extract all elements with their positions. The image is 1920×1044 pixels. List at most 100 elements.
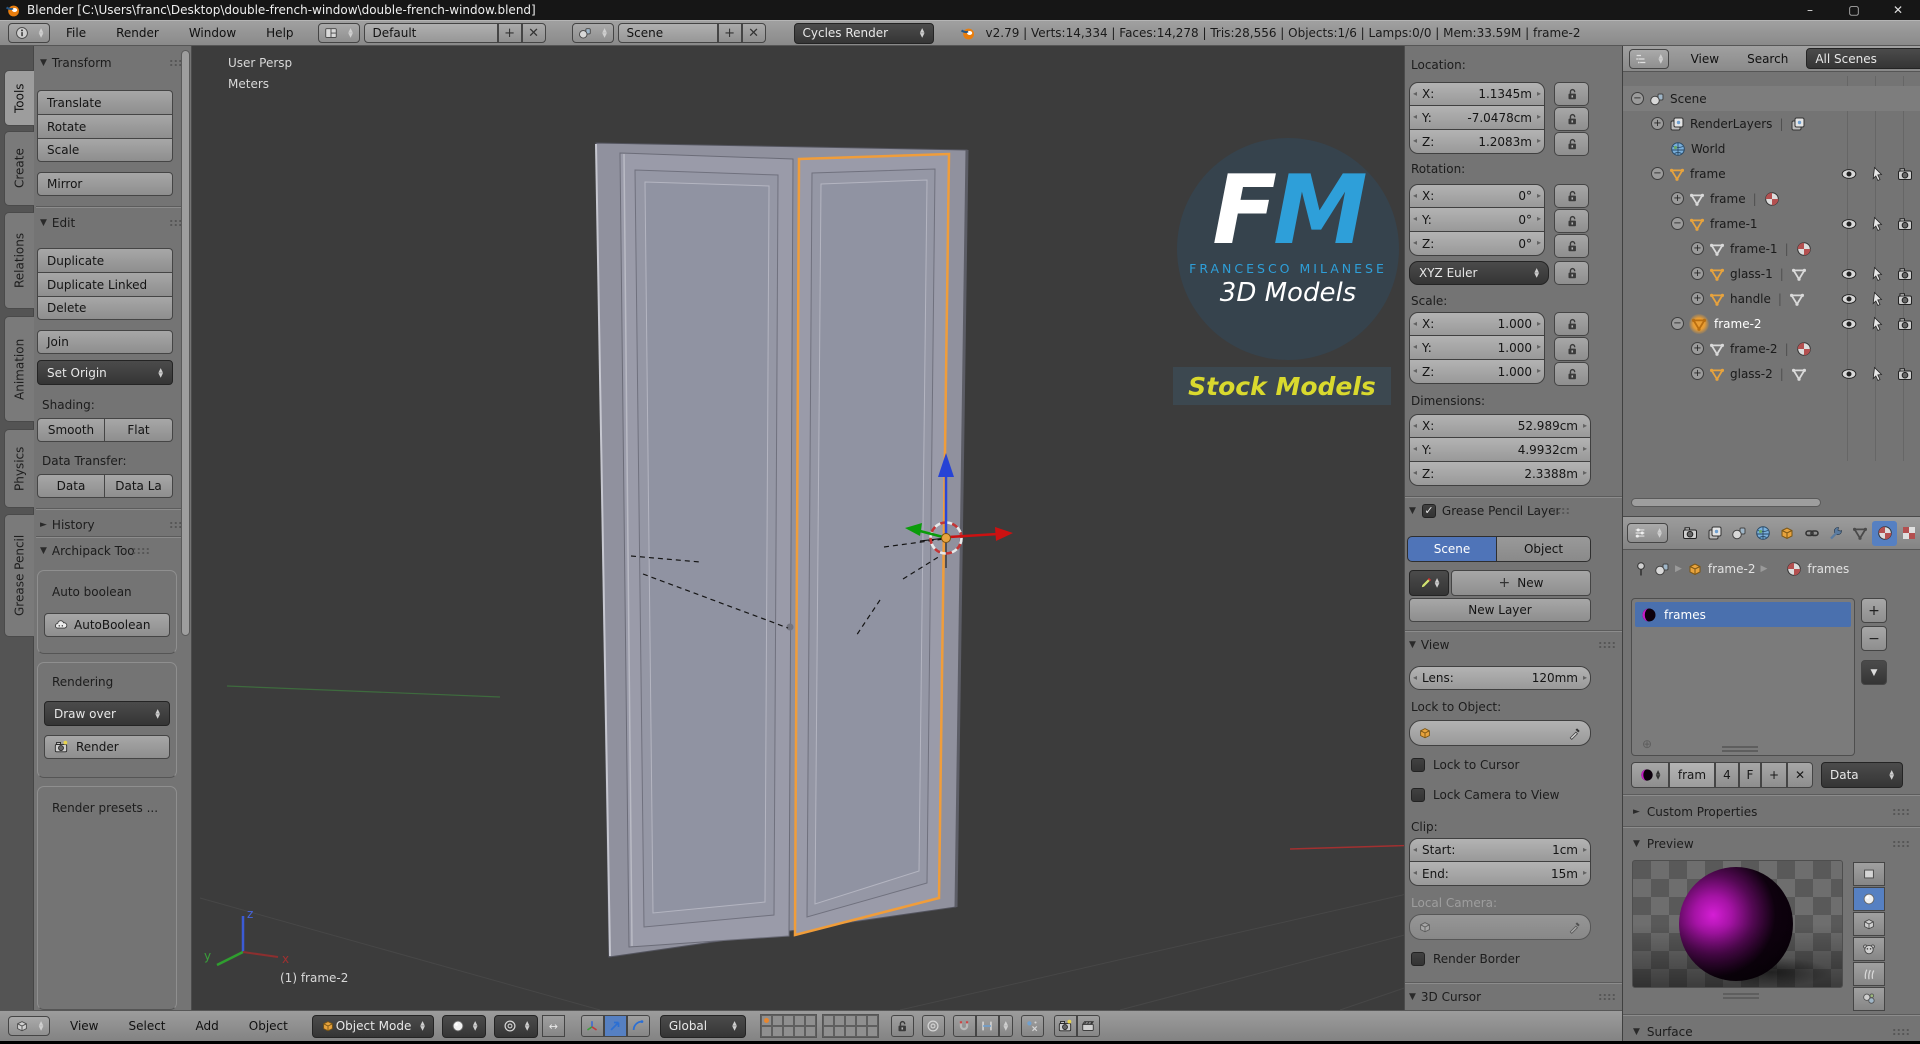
- clip-end-field[interactable]: ◂ End: 15m ▸: [1409, 862, 1591, 886]
- location-z-field[interactable]: ◂ Z: 1.2083m ▸: [1409, 130, 1545, 154]
- menu-object[interactable]: Object: [241, 1019, 296, 1033]
- lens-field[interactable]: ◂ Lens: 120mm ▸: [1409, 666, 1591, 690]
- tab-object[interactable]: [1775, 521, 1799, 546]
- data-layout-button[interactable]: Data La: [105, 474, 173, 498]
- tab-modifiers[interactable]: [1824, 521, 1848, 546]
- collapse-toggle-icon[interactable]: −: [1671, 317, 1684, 330]
- selectable-cursor-icon[interactable]: [1869, 266, 1885, 282]
- panel-edit[interactable]: ▼ Edit: [40, 216, 186, 230]
- outliner-item-label[interactable]: frame-1: [1710, 217, 1758, 231]
- snap-element-button[interactable]: [975, 1015, 999, 1037]
- scale-x-field[interactable]: ◂ X: 1.000 ▸: [1409, 312, 1545, 336]
- layer-cell-active[interactable]: [760, 1015, 772, 1026]
- outliner-row-frame-data[interactable]: + frame |: [1623, 186, 1920, 211]
- lock-to-cursor-checkbox[interactable]: [1411, 758, 1425, 772]
- lock-to-cursor-row[interactable]: Lock to Cursor: [1411, 758, 1519, 772]
- pivot-align-toggle[interactable]: ↔: [541, 1015, 565, 1037]
- menu-window[interactable]: Window: [181, 26, 244, 40]
- layer-cell[interactable]: [855, 1026, 867, 1037]
- layer-cell[interactable]: [804, 1015, 816, 1026]
- renderable-camera-icon[interactable]: [1897, 166, 1913, 182]
- material-slot-list[interactable]: frames ⊕: [1631, 598, 1855, 756]
- join-button[interactable]: Join: [37, 330, 173, 354]
- outliner-row-frame-1[interactable]: − frame-1: [1623, 211, 1920, 236]
- outliner-item-label[interactable]: frame-2: [1714, 317, 1762, 331]
- tab-data[interactable]: [1848, 521, 1872, 546]
- rotation-z-field[interactable]: ◂ Z: 0° ▸: [1409, 232, 1545, 256]
- menu-help[interactable]: Help: [258, 26, 301, 40]
- expand-toggle-icon[interactable]: +: [1651, 117, 1664, 130]
- scale-z-lock-button[interactable]: [1554, 362, 1589, 386]
- viewport-3d[interactable]: z y x User Persp Meters (1) frame-2 F M …: [192, 46, 1622, 1010]
- outliner-item-label[interactable]: RenderLayers: [1690, 117, 1772, 131]
- location-y-field[interactable]: ◂ Y: -7.0478cm ▸: [1409, 106, 1545, 130]
- duplicate-linked-button[interactable]: Duplicate Linked: [37, 272, 173, 296]
- outliner-item-label[interactable]: frame-1: [1730, 242, 1778, 256]
- layer-cell[interactable]: [782, 1026, 794, 1037]
- outliner-row-glass-1[interactable]: + glass-1 |: [1623, 261, 1920, 286]
- scale-y-lock-button[interactable]: [1554, 337, 1589, 361]
- rotation-x-field[interactable]: ◂ X: 0° ▸: [1409, 184, 1545, 208]
- translate-button[interactable]: Translate: [37, 90, 173, 114]
- visibility-eye-icon[interactable]: [1841, 291, 1857, 307]
- panel-grip-icon[interactable]: [1598, 641, 1615, 649]
- collapse-toggle-icon[interactable]: −: [1671, 217, 1684, 230]
- preview-panel[interactable]: ▼ Preview: [1623, 832, 1920, 856]
- fake-user-button[interactable]: F: [1739, 762, 1761, 788]
- gp-draw-mode-button[interactable]: ▲ ▼: [1409, 570, 1449, 596]
- render-engine-select[interactable]: Cycles Render ▲ ▼: [793, 22, 934, 44]
- lock-to-object-field[interactable]: [1409, 720, 1591, 746]
- tab-create[interactable]: Create: [4, 131, 34, 206]
- local-camera-field[interactable]: [1409, 914, 1591, 940]
- preview-monkey-button[interactable]: [1853, 937, 1885, 961]
- outliner-view-menu[interactable]: View: [1683, 52, 1727, 66]
- location-z-lock-button[interactable]: [1554, 132, 1589, 156]
- eyedropper-icon[interactable]: [1568, 920, 1582, 934]
- selectable-cursor-icon[interactable]: [1869, 366, 1885, 382]
- tab-texture[interactable]: [1897, 521, 1920, 546]
- rotation-y-lock-button[interactable]: [1554, 209, 1589, 233]
- clip-start-field[interactable]: ◂ Start: 1cm ▸: [1409, 838, 1591, 862]
- datablock-type-select[interactable]: Data ▲ ▼: [1821, 762, 1903, 788]
- list-add-icon[interactable]: ⊕: [1642, 737, 1652, 751]
- renderable-camera-icon[interactable]: [1897, 316, 1913, 332]
- manipulator-translate-button[interactable]: [580, 1015, 604, 1037]
- breadcrumb-material[interactable]: frames: [1807, 562, 1849, 576]
- maximize-button[interactable]: ▢: [1832, 0, 1876, 20]
- interaction-mode-select[interactable]: Object Mode ▲ ▼: [311, 1014, 434, 1038]
- material-slot-row-selected[interactable]: frames: [1635, 602, 1851, 627]
- layer-cell[interactable]: [782, 1015, 794, 1026]
- outliner-item-label[interactable]: Scene: [1670, 92, 1707, 106]
- add-scene-button[interactable]: +: [717, 23, 742, 43]
- lock-camera-checkbox[interactable]: [1411, 788, 1425, 802]
- expand-toggle-icon[interactable]: +: [1691, 267, 1704, 280]
- preview-hair-button[interactable]: [1853, 962, 1885, 986]
- tab-tools[interactable]: Tools: [4, 70, 34, 126]
- shade-smooth-button[interactable]: Smooth: [37, 418, 105, 442]
- duplicate-button[interactable]: Duplicate: [37, 248, 173, 272]
- outliner-row-scene[interactable]: − Scene: [1623, 86, 1920, 111]
- location-x-lock-button[interactable]: [1554, 82, 1589, 106]
- outliner-item-label[interactable]: glass-2: [1730, 367, 1773, 381]
- panel-grip-icon[interactable]: [1892, 1028, 1909, 1036]
- delete-scene-button[interactable]: ✕: [741, 23, 766, 43]
- rotation-mode-select[interactable]: XYZ Euler ▲ ▼: [1409, 261, 1549, 285]
- visibility-eye-icon[interactable]: [1841, 266, 1857, 282]
- panel-grip-icon[interactable]: [1892, 808, 1909, 816]
- scale-y-field[interactable]: ◂ Y: 1.000 ▸: [1409, 336, 1545, 360]
- cursor-3d-panel-header[interactable]: ▼ 3D Cursor: [1409, 990, 1615, 1004]
- render-border-checkbox[interactable]: [1411, 952, 1425, 966]
- panel-grip-icon[interactable]: [1552, 507, 1570, 515]
- preview-spheres-button[interactable]: [1853, 987, 1885, 1011]
- layer-cell[interactable]: [822, 1026, 834, 1037]
- layer-cell[interactable]: [866, 1015, 878, 1026]
- outliner-row-glass-2[interactable]: + glass-2 |: [1623, 361, 1920, 386]
- collapse-toggle-icon[interactable]: −: [1631, 92, 1644, 105]
- layer-cell[interactable]: [771, 1026, 783, 1037]
- manipulator-x-head[interactable]: [995, 527, 1013, 541]
- close-button[interactable]: ✕: [1876, 0, 1920, 20]
- gp-new-button[interactable]: + New: [1451, 570, 1591, 596]
- rotation-z-lock-button[interactable]: [1554, 234, 1589, 258]
- viewport-shading-select[interactable]: ▲ ▼: [441, 1014, 486, 1038]
- expand-toggle-icon[interactable]: +: [1691, 292, 1704, 305]
